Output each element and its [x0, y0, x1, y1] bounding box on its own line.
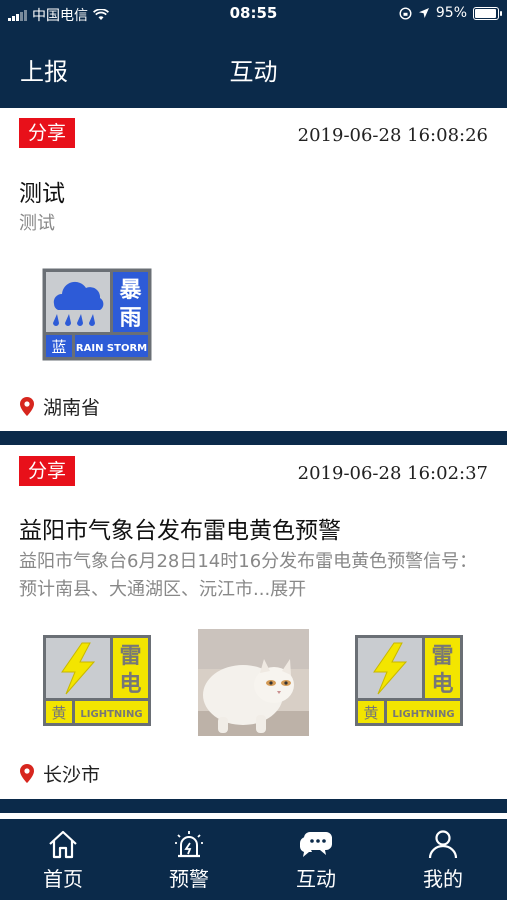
tab-label: 互动 [296, 867, 336, 891]
status-bar: 中国电信 08:55 95% [0, 0, 507, 26]
rainstorm-warning-icon: 暴 雨 蓝 RAIN STORM [42, 268, 152, 361]
post-time: 2019-06-28 16:08:26 [297, 125, 488, 146]
battery-percent: 95% [435, 5, 467, 21]
warning-english: RAIN STORM [76, 343, 147, 354]
screen-lock-icon [399, 6, 412, 20]
warning-char-2: 雨 [119, 306, 141, 331]
location-name: 长沙市 [43, 764, 101, 786]
post-description: 测试 [19, 213, 55, 234]
tab-interact[interactable]: 互动 [271, 825, 361, 892]
tab-label: 我的 [423, 867, 463, 891]
location-arrow-icon [418, 8, 429, 18]
post-title: 测试 [19, 181, 65, 207]
post-feed[interactable]: 分享 2019-06-28 16:08:26 测试 测试 暴 雨 蓝 RAIN … [0, 108, 507, 815]
warning-level: 黄 [51, 704, 66, 722]
battery-icon [473, 6, 502, 20]
lightning-warning-icon: 雷 电 黄 LIGHTNING [355, 635, 463, 726]
warning-char-1: 暴 [118, 278, 142, 303]
warning-english: LIGHTNING [392, 709, 454, 720]
page-title: 互动 [229, 58, 278, 86]
warning-char-1: 雷 [119, 644, 141, 669]
warning-char-2: 电 [431, 672, 453, 697]
home-icon [49, 830, 77, 859]
tab-mine[interactable]: 我的 [398, 825, 488, 892]
tab-home[interactable]: 首页 [18, 825, 108, 892]
post-location: 湖南省 [20, 393, 100, 420]
warning-level: 黄 [363, 704, 378, 722]
post-card[interactable]: 分享 2019-06-28 16:08:26 测试 测试 暴 雨 蓝 RAIN … [0, 108, 507, 431]
post-title: 益阳市气象台发布雷电黄色预警 [19, 518, 341, 544]
tab-label: 首页 [43, 867, 83, 891]
post-description: 益阳市气象台6月28日14时16分发布雷电黄色预警信号：预计南县、大通湖区、沅江… [19, 551, 478, 600]
post-image[interactable]: 暴 雨 蓝 RAIN STORM [42, 268, 152, 365]
cat-photo [198, 629, 309, 736]
post-image[interactable]: 雷 电 黄 LIGHTNING [42, 634, 152, 731]
warning-char-1: 雷 [431, 644, 453, 669]
alarm-icon [175, 831, 203, 858]
post-image[interactable]: 雷 电 黄 LIGHTNING [354, 634, 464, 731]
location-pin-icon [20, 397, 34, 416]
post-image[interactable] [198, 629, 309, 740]
warning-english: LIGHTNING [80, 709, 142, 720]
user-icon [428, 830, 458, 859]
location-name: 湖南省 [43, 397, 101, 419]
tab-label: 预警 [169, 867, 209, 891]
tab-bar: 首页 预警 互动 我的 [0, 815, 507, 900]
share-tag: 分享 [19, 456, 76, 486]
post-time: 2019-06-28 16:02:37 [297, 463, 488, 484]
post-card[interactable]: 分享 2019-06-28 16:02:37 益阳市气象台发布雷电黄色预警 益阳… [0, 445, 507, 799]
lightning-warning-icon: 雷 电 黄 LIGHTNING [43, 635, 151, 726]
tab-alarm[interactable]: 预警 [144, 825, 234, 892]
chat-icon [299, 832, 332, 857]
nav-bar: 上报 互动 [0, 26, 507, 108]
location-pin-icon [20, 764, 34, 783]
warning-level: 蓝 [51, 338, 66, 356]
warning-char-2: 电 [119, 672, 141, 697]
share-tag: 分享 [19, 118, 76, 148]
post-location: 长沙市 [20, 760, 100, 787]
